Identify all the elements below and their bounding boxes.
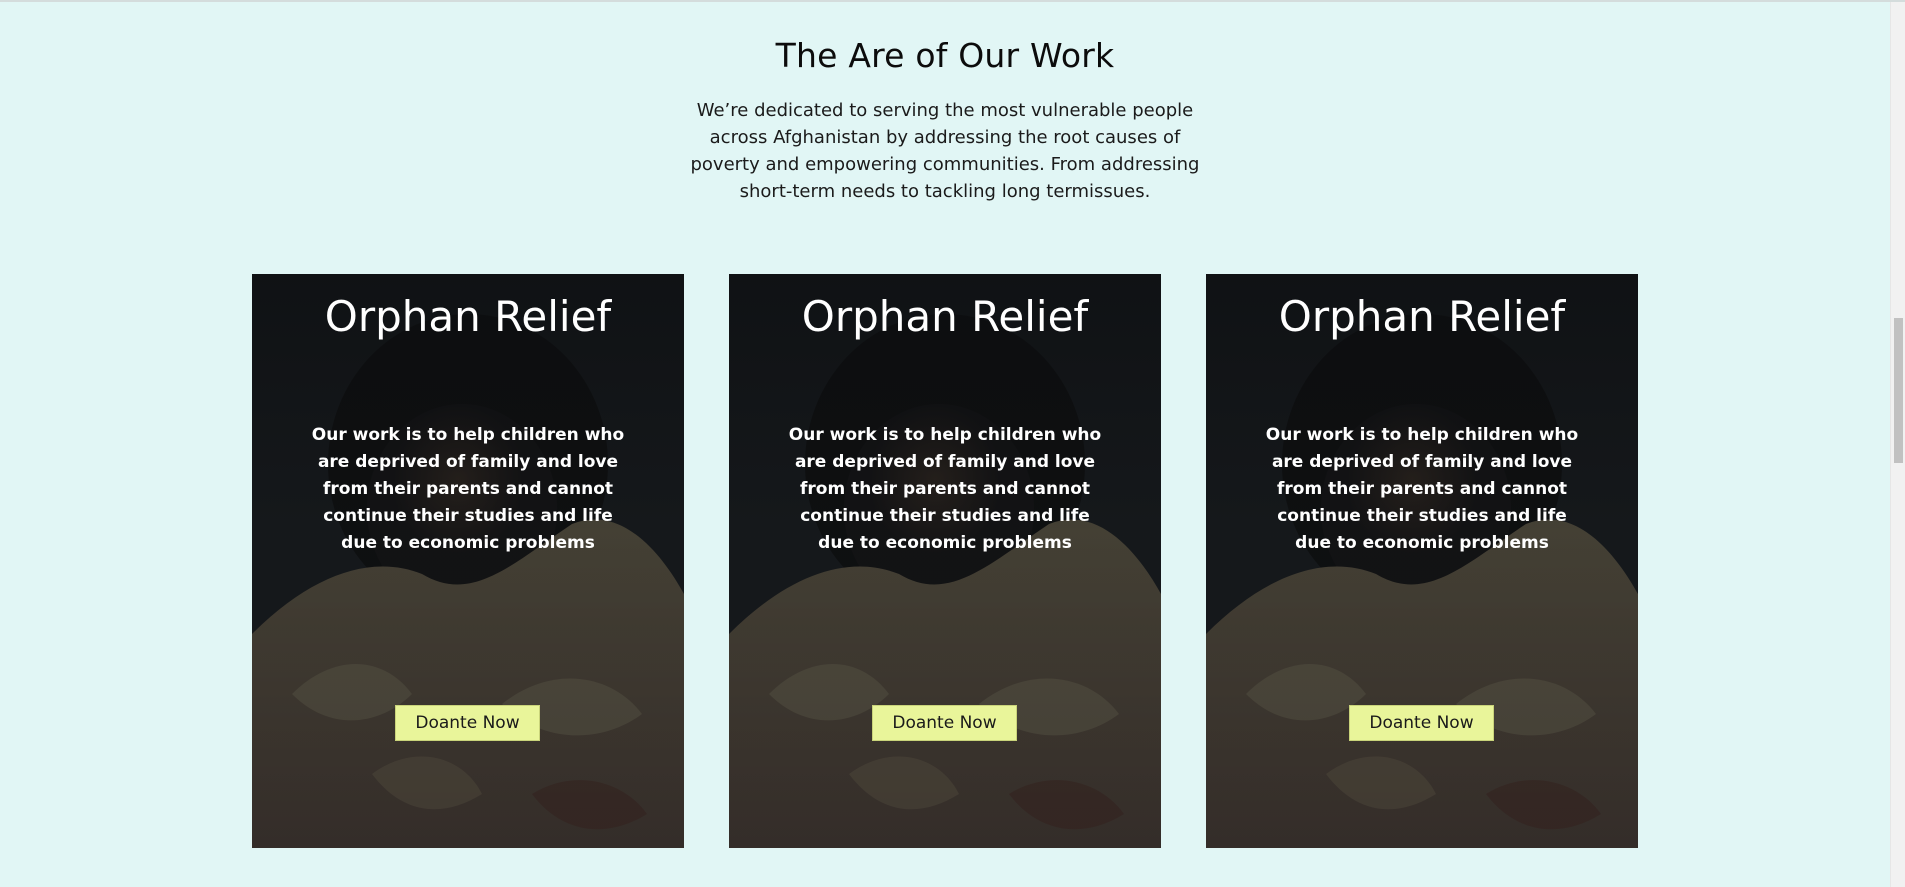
donate-now-button[interactable]: Doante Now	[1349, 705, 1494, 741]
donate-now-button[interactable]: Doante Now	[395, 705, 540, 741]
page: The Are of Our Work We’re dedicated to s…	[0, 0, 1905, 887]
card-list: Orphan Relief Our work is to help childr…	[252, 274, 1638, 848]
scrollbar-thumb[interactable]	[1894, 318, 1903, 463]
card-overlay	[252, 274, 684, 848]
card-title: Orphan Relief	[324, 292, 612, 341]
section-title: The Are of Our Work	[775, 36, 1115, 75]
card-description: Our work is to help children who are dep…	[788, 425, 1102, 553]
card-overlay	[1206, 274, 1638, 848]
donate-now-button[interactable]: Doante Now	[872, 705, 1017, 741]
card-overlay	[729, 274, 1161, 848]
orphan-relief-card: Orphan Relief Our work is to help childr…	[252, 274, 684, 848]
card-title: Orphan Relief	[801, 292, 1089, 341]
card-title: Orphan Relief	[1278, 292, 1566, 341]
card-description: Our work is to help children who are dep…	[1265, 425, 1579, 553]
work-area-header: The Are of Our Work We’re dedicated to s…	[0, 36, 1890, 205]
orphan-relief-card: Orphan Relief Our work is to help childr…	[729, 274, 1161, 848]
card-description: Our work is to help children who are dep…	[311, 425, 625, 553]
section-intro: We’re dedicated to serving the most vuln…	[690, 100, 1200, 202]
orphan-relief-card: Orphan Relief Our work is to help childr…	[1206, 274, 1638, 848]
vertical-scrollbar[interactable]	[1890, 2, 1905, 887]
